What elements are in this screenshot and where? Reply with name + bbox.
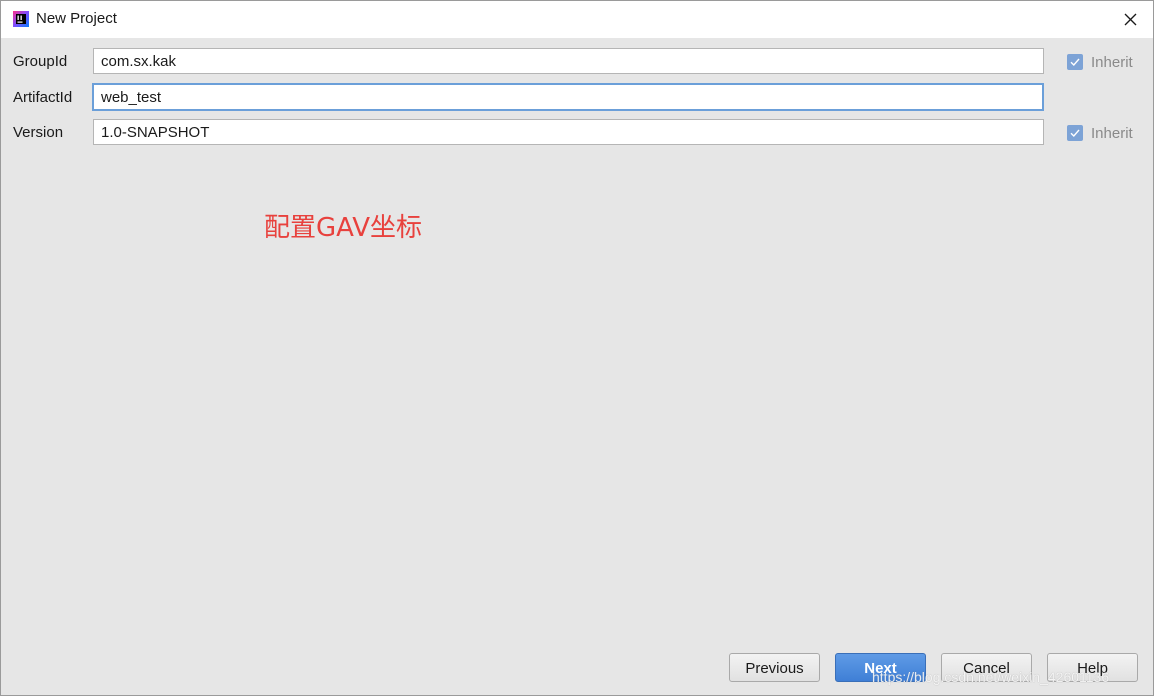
version-label: Version xyxy=(13,124,64,141)
previous-button[interactable]: Previous xyxy=(729,653,820,682)
checkbox-checked-icon xyxy=(1067,54,1083,70)
groupid-label: GroupId xyxy=(13,53,68,70)
version-input[interactable] xyxy=(93,119,1044,145)
close-icon xyxy=(1124,13,1137,26)
new-project-dialog: New Project GroupId Inherit ArtifactId V… xyxy=(0,0,1154,696)
close-button[interactable] xyxy=(1119,7,1143,31)
version-inherit-checkbox[interactable]: Inherit xyxy=(1067,124,1133,142)
watermark: https://blog.csdn.net/weixin_42601136 xyxy=(872,669,1110,685)
annotation-text: 配置GAV坐标 xyxy=(264,213,423,243)
title-bar: New Project xyxy=(1,1,1153,38)
intellij-idea-icon xyxy=(13,11,29,27)
artifactid-input[interactable] xyxy=(92,83,1044,111)
groupid-inherit-label: Inherit xyxy=(1091,53,1133,71)
groupid-input[interactable] xyxy=(93,48,1044,74)
version-inherit-label: Inherit xyxy=(1091,124,1133,142)
window-title: New Project xyxy=(36,10,117,27)
groupid-inherit-checkbox[interactable]: Inherit xyxy=(1067,53,1133,71)
checkbox-checked-icon xyxy=(1067,125,1083,141)
artifactid-label: ArtifactId xyxy=(13,89,73,106)
